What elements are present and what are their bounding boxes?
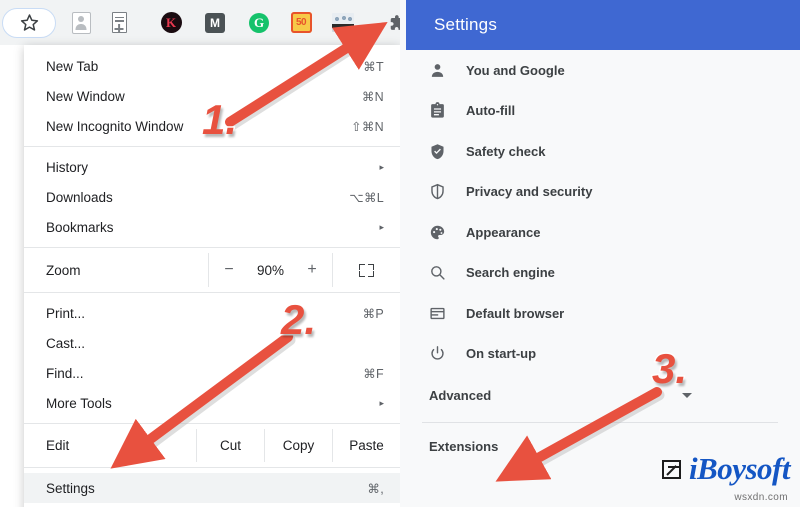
sidebar-item-privacy-and-security[interactable]: Privacy and security [400,172,800,213]
fullscreen-icon [359,263,374,277]
menu-item-shortcut: ⌘T [363,59,384,74]
shield-icon [429,183,457,200]
menu-zoom-row: Zoom − 90% + [24,253,400,287]
menu-item-shortcut: ⌘F [363,366,384,381]
settings-header: Settings [406,0,800,50]
browser-toolbar: K M G 50 [0,0,500,45]
sidebar-item-search-engine[interactable]: Search engine [400,253,800,294]
sidebar-item-label: You and Google [466,62,565,78]
menu-item-shortcut: ⇧⌘N [351,119,384,134]
menu-item-shortcut: ⌘P [362,306,384,321]
shield-check-icon [429,143,457,160]
screenshot-root: K M G 50 New Tab ⌘T New Window ⌘N New In… [0,0,800,507]
submenu-arrow-icon: ▸ [379,161,384,172]
zoom-label: Zoom [46,262,81,278]
chrome-main-menu: New Tab ⌘T New Window ⌘N New Incognito W… [24,45,400,507]
menu-item-help[interactable]: Help ▸ [24,503,400,507]
badge-50-icon[interactable]: 50 [286,8,316,38]
sidebar-item-label: Safety check [466,143,546,159]
menu-item-label: New Tab [46,58,99,74]
advanced-label: Advanced [429,387,492,403]
menu-item-label: Print... [46,305,86,321]
iboysoft-watermark: iBoysoft [661,451,791,487]
submenu-arrow-icon: ▸ [379,221,384,232]
menu-edit-row: Edit Cut Copy Paste [24,429,400,462]
gmail-icon[interactable]: M [200,8,230,38]
grammarly-icon[interactable]: G [244,8,274,38]
menu-separator [24,423,400,424]
document-add-icon[interactable] [104,8,134,38]
watermark-brand: iBoysoft [688,451,791,486]
menu-item-label: Find... [46,365,84,381]
menu-separator [24,467,400,468]
settings-menu-list: You and Google Auto-fill Safety check Pr… [400,50,800,469]
menu-item-cast[interactable]: Cast... [24,328,400,358]
sidebar-item-appearance[interactable]: Appearance [400,212,800,253]
menu-item-label: More Tools [46,395,112,411]
sidebar-item-label: Search engine [466,265,555,281]
zoom-level-value: 90% [256,262,284,278]
palette-icon [429,224,457,241]
k-extension-icon[interactable]: K [156,8,186,38]
sidebar-item-default-browser[interactable]: Default browser [400,293,800,334]
external-link-icon [661,459,681,479]
paste-button[interactable]: Paste [332,429,400,462]
menu-item-shortcut: ⌥⌘L [349,190,384,205]
sidebar-item-label: Auto-fill [466,103,516,119]
clipboard-icon [429,102,457,119]
profile-card-icon[interactable] [66,8,96,38]
menu-separator [24,247,400,248]
menu-separator [24,146,400,147]
submenu-arrow-icon: ▸ [379,397,384,408]
advanced-section-toggle[interactable]: Advanced [400,374,800,416]
menu-item-bookmarks[interactable]: Bookmarks ▸ [24,212,400,242]
source-watermark: wsxdn.com [734,492,788,503]
sidebar-item-auto-fill[interactable]: Auto-fill [400,91,800,132]
menu-item-label: History [46,159,89,175]
sidebar-item-label: On start-up [466,346,537,362]
edit-label: Edit [46,438,70,453]
menu-separator [24,292,400,293]
menu-item-shortcut: ⌘N [361,89,384,104]
menu-item-downloads[interactable]: Downloads ⌥⌘L [24,182,400,212]
copy-button[interactable]: Copy [264,429,332,462]
menu-item-label: Settings [46,480,95,496]
bookmark-star-icon[interactable] [2,7,56,38]
chevron-down-icon [682,392,692,398]
menu-item-history[interactable]: History ▸ [24,152,400,182]
menu-item-find[interactable]: Find... ⌘F [24,358,400,388]
sidebar-item-label: Privacy and security [466,184,593,200]
menu-item-label: New Window [46,88,125,104]
cut-button[interactable]: Cut [196,429,264,462]
extensions-label: Extensions [429,438,499,454]
browser-window-icon [429,305,457,322]
settings-panel: Settings You and Google Auto-fill Safety [400,0,800,507]
sidebar-item-on-start-up[interactable]: On start-up [400,334,800,375]
settings-menu-item[interactable]: Settings ⌘, [24,473,400,503]
fullscreen-button[interactable] [332,253,400,287]
search-icon [429,264,457,281]
menu-item-shortcut: ⌘, [367,481,384,496]
menu-item-new-incognito-window[interactable]: New Incognito Window ⇧⌘N [24,111,400,141]
zoom-in-button[interactable]: + [300,261,324,279]
menu-item-label: Cast... [46,335,86,351]
menu-item-new-window[interactable]: New Window ⌘N [24,81,400,111]
sidebar-item-safety-check[interactable]: Safety check [400,131,800,172]
menu-item-label: Downloads [46,189,113,205]
menu-item-label: New Incognito Window [46,118,184,134]
chrome-browser-panel: K M G 50 New Tab ⌘T New Window ⌘N New In… [0,0,500,507]
menu-item-more-tools[interactable]: More Tools ▸ [24,388,400,418]
menu-item-print[interactable]: Print... ⌘P [24,298,400,328]
menu-item-new-tab[interactable]: New Tab ⌘T [24,51,400,81]
page-title: Settings [434,15,498,34]
monochrome-extension-icon[interactable] [328,8,358,38]
sidebar-item-label: Default browser [466,305,565,321]
menu-item-label: Bookmarks [46,219,114,235]
zoom-controls: − 90% + [208,253,332,287]
sidebar-item-you-and-google[interactable]: You and Google [400,50,800,91]
sidebar-item-label: Appearance [466,224,541,240]
power-icon [429,345,457,362]
person-icon [429,62,457,79]
zoom-out-button[interactable]: − [217,261,241,279]
